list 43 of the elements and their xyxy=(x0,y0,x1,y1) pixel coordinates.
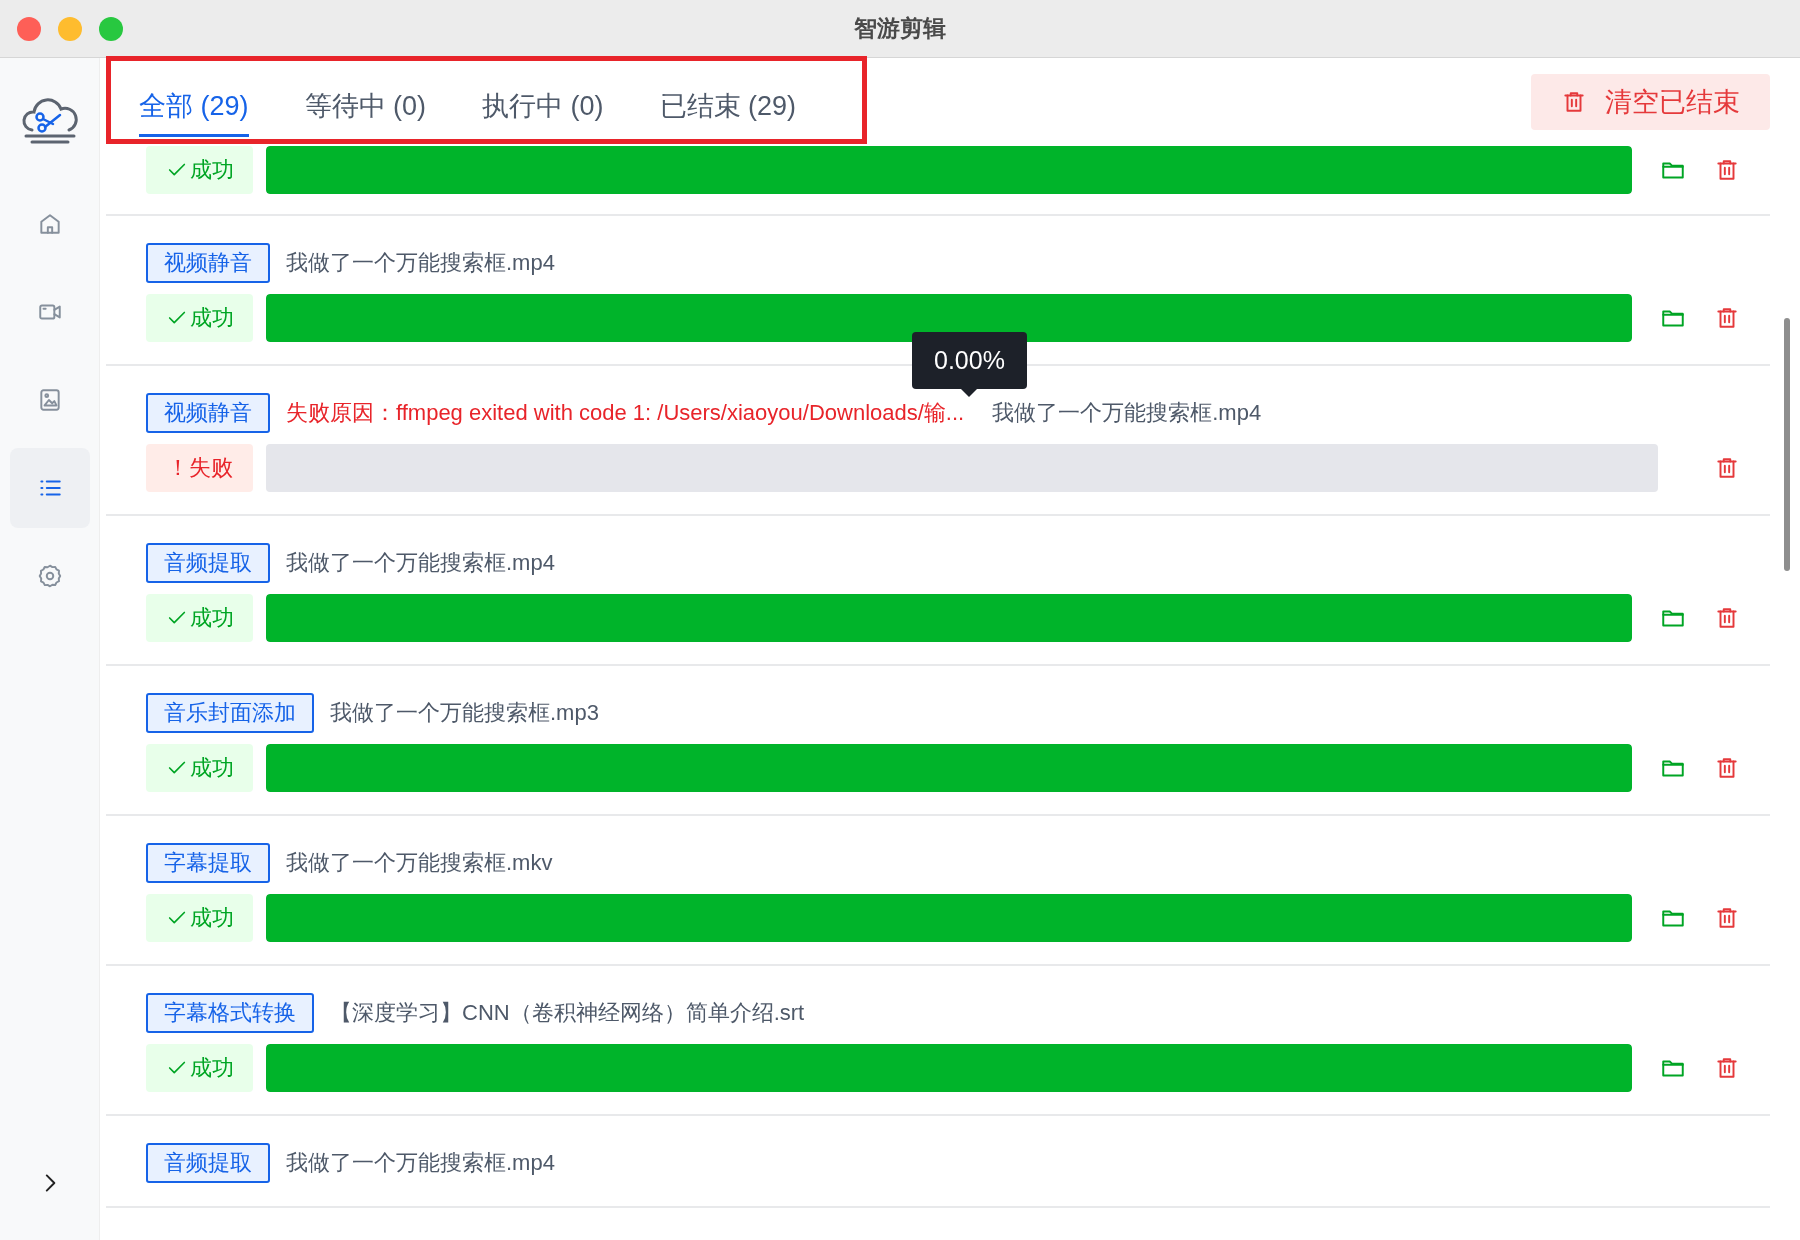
task-type-tag: 音频提取 xyxy=(146,1143,270,1183)
file-name: 我做了一个万能搜索框.mp4 xyxy=(992,399,1262,427)
status-badge: 成功 xyxy=(146,594,253,642)
delete-icon xyxy=(1714,1055,1740,1081)
close-button[interactable] xyxy=(17,16,41,41)
task-type-tag: 字幕格式转换 xyxy=(146,993,314,1033)
status-badge: 成功 xyxy=(146,894,253,942)
status-badge: ！失败 xyxy=(146,444,253,492)
tab[interactable]: 已结束 (29) xyxy=(659,73,797,137)
delete-icon xyxy=(1714,755,1740,781)
scrollbar-thumb[interactable] xyxy=(1784,318,1790,571)
delete-icon xyxy=(1714,605,1740,631)
file-name: 我做了一个万能搜索框.mp4 xyxy=(286,549,555,577)
file-name: 我做了一个万能搜索框.mp4 xyxy=(286,1149,555,1177)
status-badge: 成功 xyxy=(146,1044,253,1092)
error-message: 失败原因：ffmpeg exited with code 1: /Users/xiaoyou/Downloads/输... xyxy=(286,399,965,427)
status-badge: 成功 xyxy=(146,744,253,792)
progress-tooltip: 0.00% xyxy=(912,332,1027,397)
delete-icon xyxy=(1714,455,1740,481)
minimize-button[interactable] xyxy=(58,16,82,41)
task-type-tag: 字幕提取 xyxy=(146,843,270,883)
delete-icon xyxy=(1714,157,1740,183)
clear-finished-button[interactable]: 清空已结束 xyxy=(1531,74,1770,130)
file-name: 我做了一个万能搜索框.mp3 xyxy=(330,699,599,727)
file-name: 我做了一个万能搜索框.mp4 xyxy=(286,249,555,277)
status-badge: 成功 xyxy=(146,294,253,342)
task-type-tag: 视频静音 xyxy=(146,393,270,433)
task-type-tag: 音乐封面添加 xyxy=(146,693,314,733)
tab[interactable]: 执行中 (0) xyxy=(482,73,604,137)
task-type-tag: 音频提取 xyxy=(146,543,270,583)
window-title: 智游剪辑 xyxy=(854,15,946,41)
trash-icon xyxy=(1561,89,1587,115)
settings-icon xyxy=(36,563,63,589)
task-type-tag: 视频静音 xyxy=(146,243,270,283)
sidebar-item[interactable] xyxy=(9,448,90,528)
status-badge: 成功 xyxy=(146,146,253,194)
delete-icon xyxy=(1714,905,1740,931)
file-name: 【深度学习】CNN（卷积神经网络）简单介绍.srt xyxy=(330,999,805,1027)
delete-icon xyxy=(1714,305,1740,331)
tab[interactable]: 全部 (29) xyxy=(139,73,249,137)
tab[interactable]: 等待中 (0) xyxy=(304,73,427,137)
zoom-button[interactable] xyxy=(99,16,123,41)
file-name: 我做了一个万能搜索框.mkv xyxy=(286,849,553,877)
